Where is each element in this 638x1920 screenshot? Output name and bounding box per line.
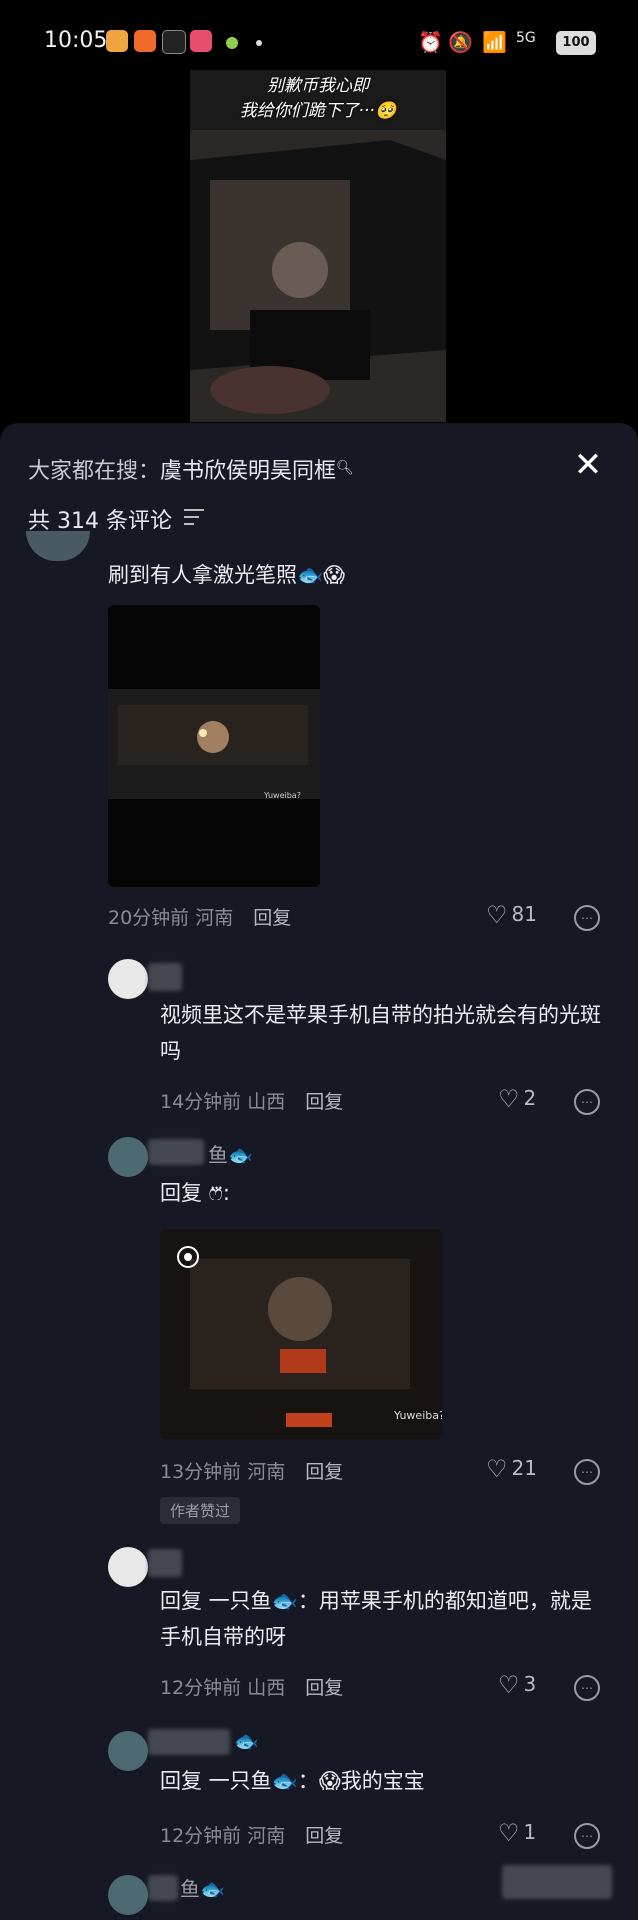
avatar[interactable]: [108, 1137, 148, 1177]
username-blurred: [148, 1549, 182, 1577]
comment-meta: 12分钟前 山西 回复: [160, 1673, 343, 1700]
comment-text: 刷到有人拿激光笔照🐟😱: [108, 563, 346, 587]
reply-button[interactable]: 回复: [253, 907, 291, 929]
comment-time: 14分钟前: [160, 1091, 242, 1113]
heart-icon: ♡: [498, 1085, 520, 1113]
notification-dot-icon: [226, 37, 238, 49]
search-term[interactable]: 虞书欣侯明昊同框: [160, 459, 336, 484]
heart-icon: ♡: [498, 1819, 520, 1847]
comment-location: 山西: [247, 1091, 286, 1113]
reply-button[interactable]: 回复: [305, 1825, 343, 1847]
username-blurred: [148, 963, 182, 991]
alarm-icon: ⏰: [418, 30, 443, 54]
username[interactable]: 鱼🐟: [180, 1873, 225, 1902]
more-notifications-icon: [256, 40, 262, 46]
search-suggestion[interactable]: 大家都在搜：虞书欣侯明昊同框🔍︎: [28, 453, 354, 485]
close-button[interactable]: ✕: [568, 445, 608, 485]
comment-image[interactable]: Yuweiba?: [160, 1229, 442, 1439]
comment-location: 河南: [195, 907, 234, 929]
reply-button[interactable]: 回复: [305, 1677, 343, 1699]
like-count: 1: [523, 1820, 537, 1844]
comment-location: 山西: [247, 1677, 286, 1699]
like-count: 2: [523, 1086, 537, 1110]
mute-icon: 🔕: [448, 30, 473, 54]
username-blurred: [148, 1729, 230, 1755]
heart-icon: ♡: [486, 1455, 508, 1483]
username-blurred: [148, 1139, 204, 1165]
reply-button[interactable]: 回复: [305, 1091, 343, 1113]
video-player[interactable]: 别歉币我心即 我给你们跪下了···🥺: [190, 70, 446, 422]
avatar[interactable]: [108, 959, 148, 999]
comment-meta: 12分钟前 河南 回复: [160, 1821, 343, 1848]
username[interactable]: 鱼🐟: [208, 1139, 253, 1168]
avatar[interactable]: [108, 1547, 148, 1587]
battery-icon: 100: [556, 31, 596, 55]
avatar[interactable]: [26, 531, 90, 561]
more-options-icon[interactable]: ⋯: [574, 905, 600, 931]
like-button[interactable]: ♡ 81: [486, 901, 537, 929]
comment-location: 河南: [247, 1825, 286, 1847]
comment-text: 回复 一只鱼🐟：用苹果手机的都知道吧，就是手机自带的呀: [160, 1589, 592, 1649]
username[interactable]: 🐟: [234, 1729, 259, 1753]
like-button[interactable]: ♡ 21: [486, 1455, 537, 1483]
taobao-app-icon: [134, 30, 156, 52]
comment-time: 12分钟前: [160, 1677, 242, 1699]
comment-image-content: [160, 1229, 442, 1439]
comment-text: 回复 ෆ⃛:: [160, 1181, 230, 1205]
search-prefix: 大家都在搜：: [28, 459, 161, 484]
avatar[interactable]: [108, 1731, 148, 1771]
comment-panel: 大家都在搜：虞书欣侯明昊同框🔍︎ ✕ 共 314 条评论 刷到有人拿激光笔照🐟😱…: [0, 423, 638, 1920]
comment-text: 回复 一只鱼🐟：😱我的宝宝: [160, 1769, 425, 1793]
signal-icon: 5G: [516, 30, 536, 46]
more-options-icon[interactable]: ⋯: [574, 1675, 600, 1701]
image-watermark: Yuweiba?: [394, 1409, 442, 1422]
status-bar: 10:05 ⏰ 🔕 📶 5G 100: [0, 0, 638, 70]
like-button[interactable]: ♡ 2: [498, 1085, 536, 1113]
comment-video-thumbnail[interactable]: Yuweiba?: [108, 605, 320, 887]
like-count: 21: [511, 1456, 537, 1480]
caption-line-2: 我给你们跪下了···🥺: [239, 101, 397, 121]
author-liked-badge: 作者赞过: [160, 1497, 241, 1524]
comment-time: 20分钟前: [108, 907, 190, 929]
thumbnail-image: [108, 605, 320, 887]
caption-line-1: 别歉币我心即: [267, 76, 369, 96]
heart-icon: ♡: [486, 901, 508, 929]
wifi-icon: 📶: [482, 30, 507, 54]
comment-meta: 20分钟前 河南 回复: [108, 903, 291, 930]
app-icon: [190, 30, 212, 52]
clock: 10:05: [44, 28, 108, 53]
comment-text: 视频里这不是苹果手机自带的拍光就会有的光斑吗: [160, 1003, 601, 1063]
comment-location: 河南: [247, 1461, 286, 1483]
comment-meta: 14分钟前 山西 回复: [160, 1087, 343, 1114]
avatar[interactable]: [108, 1875, 148, 1915]
watermark-blurred: [502, 1865, 612, 1899]
reply-button[interactable]: 回复: [305, 1461, 343, 1483]
qq-app-icon: [162, 30, 186, 54]
comment-time: 13分钟前: [160, 1461, 242, 1483]
comment-time: 12分钟前: [160, 1825, 242, 1847]
sort-icon[interactable]: [184, 509, 204, 525]
more-options-icon[interactable]: ⋯: [574, 1823, 600, 1849]
video-caption: 别歉币我心即 我给你们跪下了···🥺: [190, 70, 446, 124]
like-count: 3: [523, 1672, 537, 1696]
home-app-icon: [106, 30, 128, 52]
like-button[interactable]: ♡ 1: [498, 1819, 536, 1847]
like-button[interactable]: ♡ 3: [498, 1671, 536, 1699]
comment-meta: 13分钟前 河南 回复: [160, 1457, 343, 1484]
heart-icon: ♡: [498, 1671, 520, 1699]
username-blurred: [148, 1875, 178, 1901]
search-icon: 🔍︎: [336, 460, 354, 476]
like-count: 81: [511, 902, 537, 926]
more-options-icon[interactable]: ⋯: [574, 1459, 600, 1485]
more-options-icon[interactable]: ⋯: [574, 1089, 600, 1115]
video-watermark: Yuweiba?: [264, 791, 301, 800]
